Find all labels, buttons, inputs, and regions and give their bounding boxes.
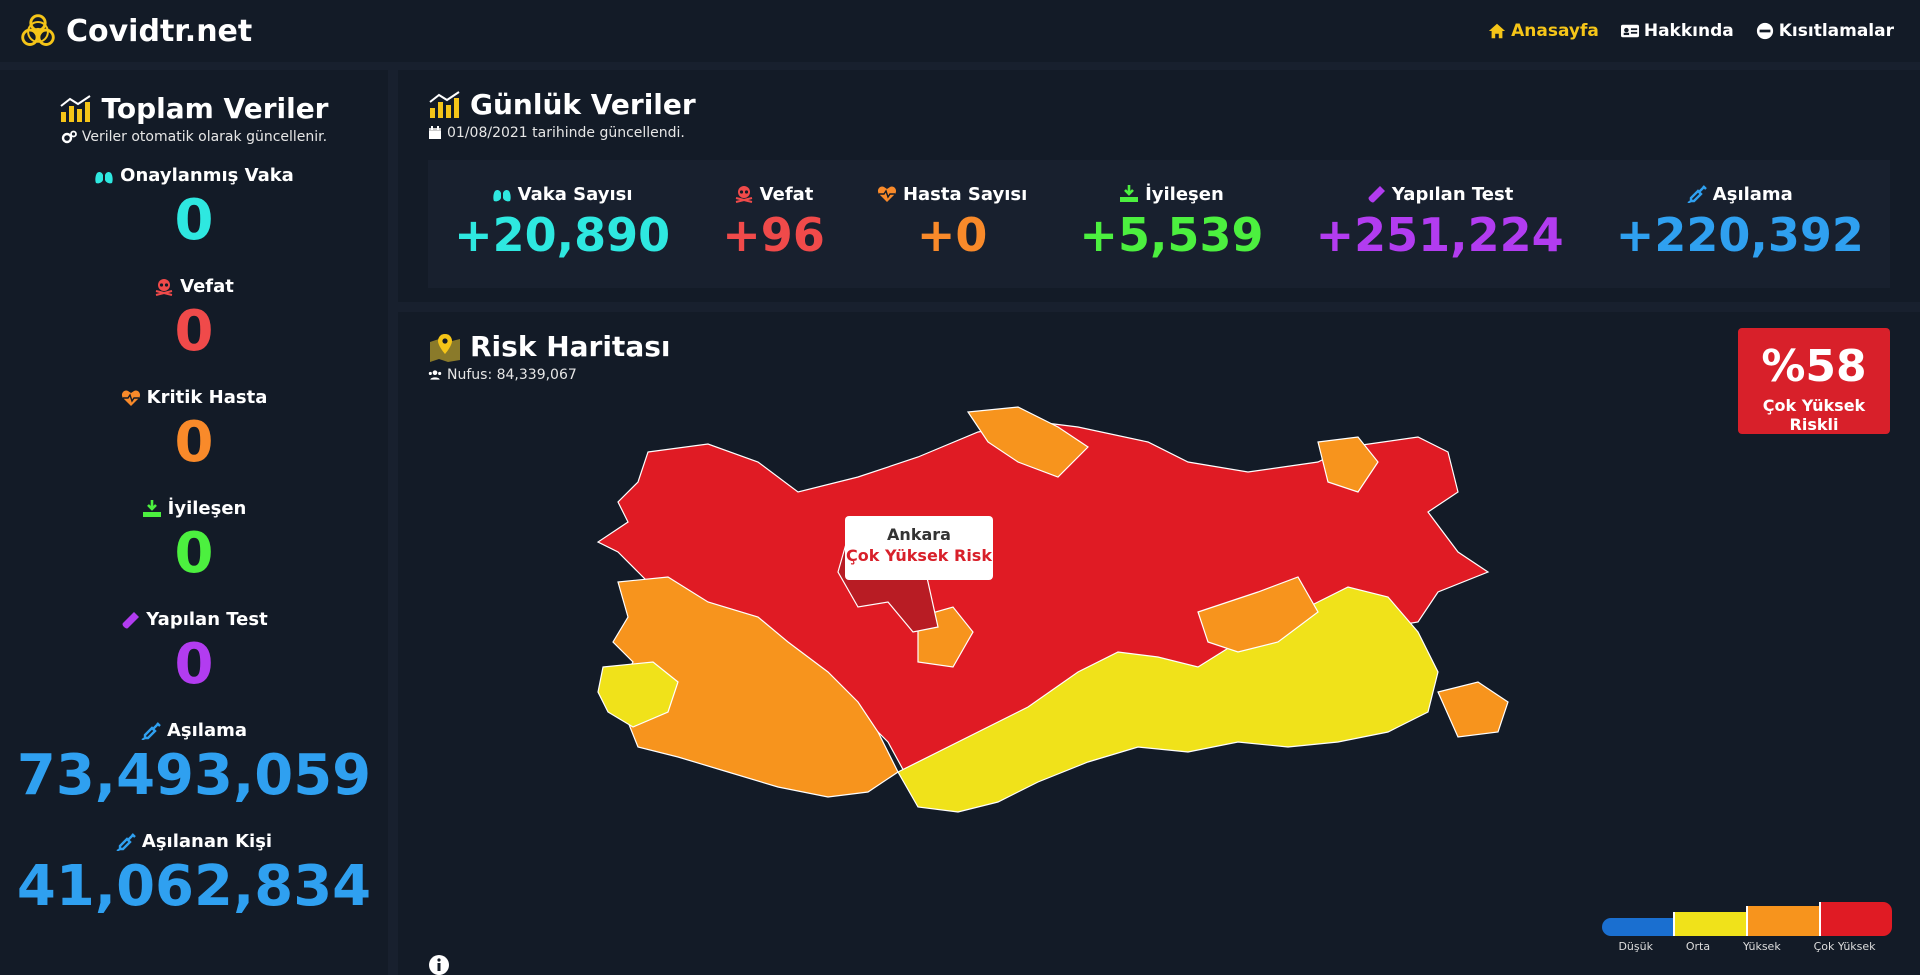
legend-low xyxy=(1602,918,1673,936)
legend-medium xyxy=(1673,912,1746,936)
tooltip-risk-level: Çok Yüksek Risk xyxy=(846,546,992,565)
totals-panel: Toplam Veriler Veriler otomatik olarak g… xyxy=(0,70,388,975)
map-region-east[interactable] xyxy=(1437,681,1509,738)
minus-circle-icon xyxy=(1756,22,1773,40)
daily-recovered-value: +5,539 xyxy=(1079,207,1264,262)
syringe-icon xyxy=(141,721,161,740)
daily-patients: Hasta Sayısı +0 xyxy=(877,184,1027,265)
lungs-icon xyxy=(95,167,113,183)
skull-icon xyxy=(155,278,173,296)
daily-cases-value: +20,890 xyxy=(454,207,671,262)
stat-critical: Kritik Hasta 0 xyxy=(0,387,388,478)
biohazard-icon xyxy=(21,14,55,46)
stat-vaccinations-value: 73,493,059 xyxy=(16,743,372,808)
stat-confirmed-value: 0 xyxy=(174,188,214,253)
daily-tests: Yapılan Test +251,224 xyxy=(1316,184,1564,265)
daily-title: Günlük Veriler xyxy=(428,88,696,121)
daily-cases: Vaka Sayısı +20,890 xyxy=(454,184,670,265)
legend-bar xyxy=(1602,902,1892,936)
syringe-icon xyxy=(116,832,136,851)
legend-labels: Düşük Orta Yüksek Çok Yüksek xyxy=(1618,940,1876,953)
turkey-risk-map[interactable] xyxy=(558,402,1558,902)
stat-recovered: İyileşen 0 xyxy=(0,498,388,589)
daily-deaths-value: +96 xyxy=(722,207,825,262)
stat-vaccinated-people: Aşılanan Kişi 41,062,834 xyxy=(0,831,388,922)
map-pin-icon xyxy=(430,333,460,362)
stat-deaths-value: 0 xyxy=(174,299,214,364)
stat-critical-value: 0 xyxy=(174,410,214,475)
daily-tests-value: +251,224 xyxy=(1315,207,1564,262)
risk-title: Risk Haritası xyxy=(428,330,670,363)
daily-deaths: Vefat +96 xyxy=(722,184,825,265)
stat-deaths: Vefat 0 xyxy=(0,276,388,367)
legend-high xyxy=(1746,906,1819,936)
map-tooltip: Ankara Çok Yüksek Risk xyxy=(845,516,993,580)
test-tube-icon xyxy=(1368,186,1385,203)
daily-patients-value: +0 xyxy=(916,207,988,262)
daily-stats: Vaka Sayısı +20,890 Vefat +96 Hasta Sayı… xyxy=(428,160,1890,288)
stat-tests-value: 0 xyxy=(174,632,214,697)
navbar: Covidtr.net Anasayfa Hakkında Kısıtlamal… xyxy=(0,0,1920,62)
nav-about-label: Hakkında xyxy=(1643,21,1734,41)
risk-badge: %58 Çok Yüksek Riskli xyxy=(1738,328,1890,434)
recover-icon xyxy=(142,499,161,517)
skull-icon xyxy=(735,186,752,203)
daily-vaccinations-value: +220,392 xyxy=(1615,207,1864,262)
lungs-icon xyxy=(493,186,511,202)
chart-icon xyxy=(60,94,92,122)
calendar-icon xyxy=(429,126,441,139)
nav-about[interactable]: Hakkında xyxy=(1620,21,1734,41)
risk-legend: Düşük Orta Yüksek Çok Yüksek xyxy=(1602,902,1892,953)
gears-icon xyxy=(61,130,77,144)
brand[interactable]: Covidtr.net xyxy=(20,13,252,49)
legend-very-high xyxy=(1819,902,1892,936)
nav-home[interactable]: Anasayfa xyxy=(1488,21,1599,41)
users-icon xyxy=(428,370,442,380)
info-icon[interactable] xyxy=(428,954,450,975)
risk-badge-level: Çok Yüksek Riskli xyxy=(1762,396,1866,434)
stat-tests: Yapılan Test 0 xyxy=(0,609,388,700)
brand-name: Covidtr.net xyxy=(66,13,253,49)
syringe-icon xyxy=(1687,185,1707,203)
daily-vaccinations: Aşılama +220,392 xyxy=(1616,184,1864,265)
nav-restrictions[interactable]: Kısıtlamalar xyxy=(1756,21,1894,41)
stat-recovered-value: 0 xyxy=(174,521,214,586)
totals-subtitle: Veriler otomatik olarak güncellenir. xyxy=(0,129,388,145)
home-icon xyxy=(1489,23,1506,39)
daily-panel: Günlük Veriler 01/08/2021 tarihinde günc… xyxy=(398,70,1920,302)
heartbeat-icon xyxy=(877,186,897,202)
heartbeat-icon xyxy=(121,390,140,406)
stat-vaccinated-people-value: 41,062,834 xyxy=(16,854,372,919)
daily-updated: 01/08/2021 tarihinde güncellendi. xyxy=(428,125,696,141)
daily-recovered: İyileşen +5,539 xyxy=(1079,184,1263,265)
risk-panel: Risk Haritası Nufus: 84,339,067 %58 Çok … xyxy=(398,312,1920,975)
totals-title: Toplam Veriler xyxy=(0,92,388,125)
nav-home-label: Anasayfa xyxy=(1511,21,1599,41)
stat-vaccinations: Aşılama 73,493,059 xyxy=(0,720,388,811)
tooltip-province: Ankara xyxy=(887,525,951,544)
chart-icon xyxy=(429,90,460,118)
stat-confirmed: Onaylanmış Vaka 0 xyxy=(0,165,388,256)
nav-restrictions-label: Kısıtlamalar xyxy=(1778,21,1894,41)
test-tube-icon xyxy=(122,611,140,628)
risk-population: Nufus: 84,339,067 xyxy=(428,367,670,383)
main-nav: Anasayfa Hakkında Kısıtlamalar xyxy=(1488,21,1894,41)
recover-icon xyxy=(1120,185,1139,202)
risk-badge-percentage: %58 xyxy=(1761,341,1867,392)
id-card-icon xyxy=(1620,24,1639,38)
